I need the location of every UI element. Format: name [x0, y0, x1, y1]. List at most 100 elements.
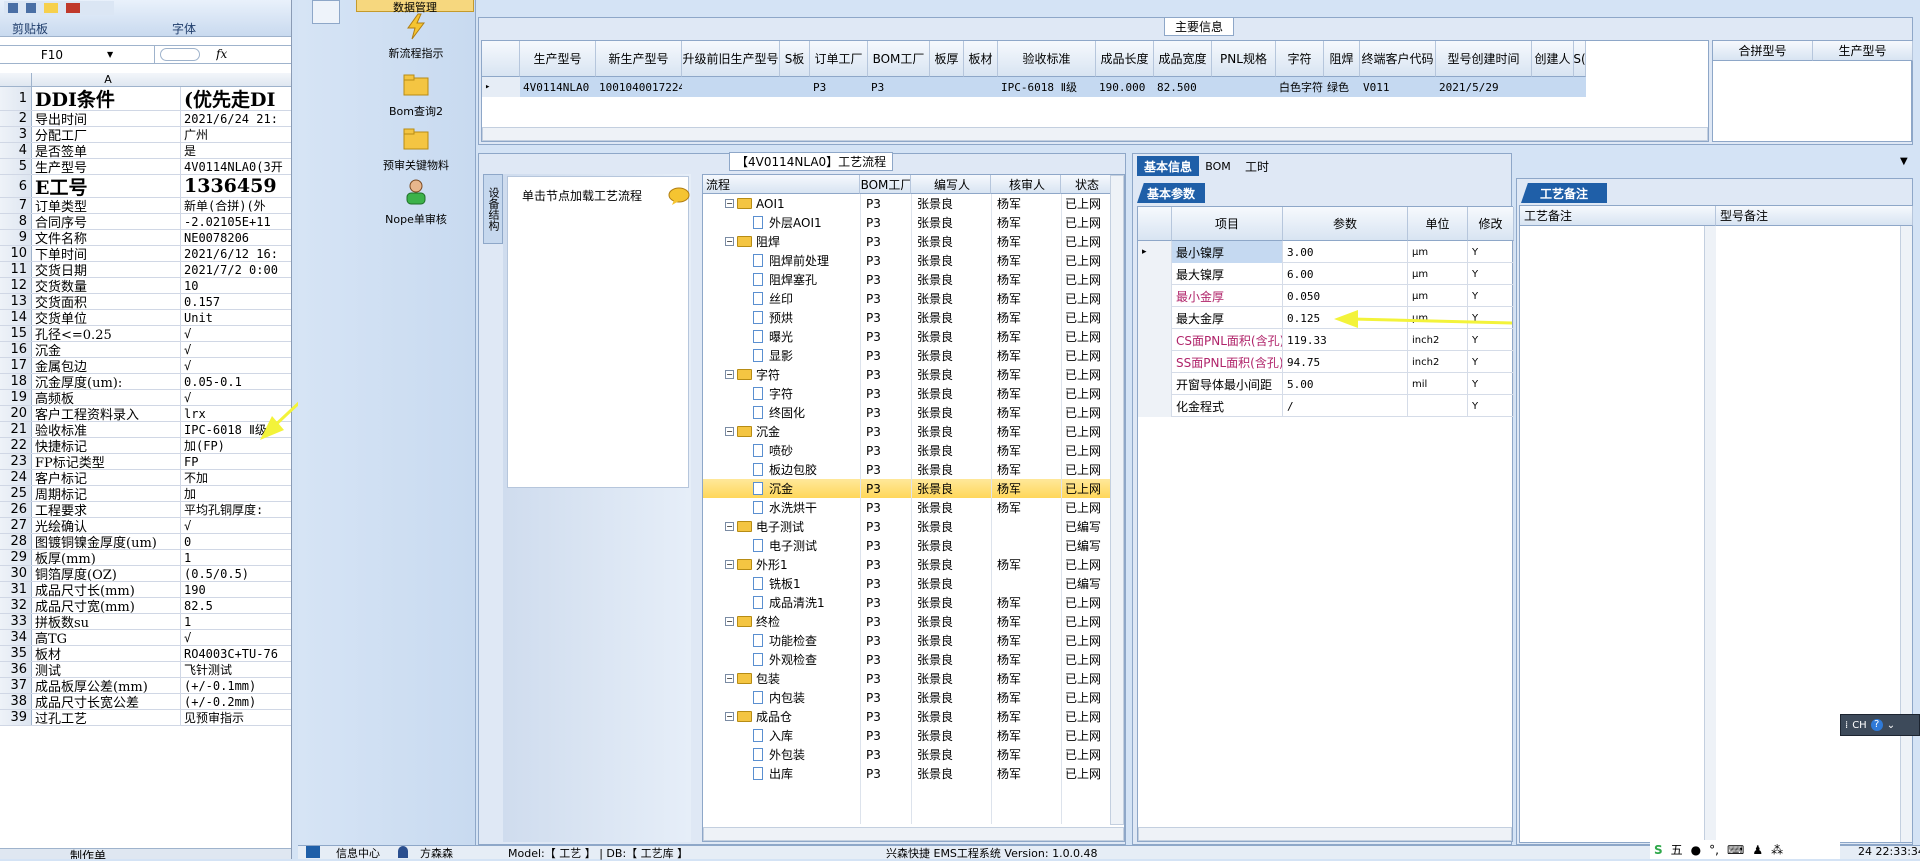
- cell-a[interactable]: 客户工程资料录入: [35, 406, 181, 421]
- sheet-row[interactable]: 20 客户工程资料录入 lrx: [0, 406, 291, 422]
- column-a-header[interactable]: A: [35, 73, 181, 86]
- tree-node-label[interactable]: 外包装: [769, 746, 805, 763]
- cell-a[interactable]: 金属包边: [35, 358, 181, 373]
- param-modify[interactable]: Y: [1468, 351, 1514, 373]
- tree-row[interactable]: − 字符 P3 张景良 杨军 已上网: [703, 365, 1113, 384]
- collapse-icon[interactable]: −: [725, 370, 734, 379]
- sheet-row[interactable]: 5 生产型号 4V0114NLA0(3开: [0, 159, 291, 175]
- row-number[interactable]: 33: [0, 614, 32, 629]
- sheet-row[interactable]: 24 客户标记 不加: [0, 470, 291, 486]
- main-col-header[interactable]: S板: [780, 41, 810, 77]
- tab-process-remarks[interactable]: 工艺备注: [1521, 183, 1607, 203]
- collapse-icon[interactable]: −: [725, 617, 734, 626]
- cell-b[interactable]: 广州: [184, 127, 291, 142]
- sheet-row[interactable]: 35 板材 RO4003C+TU-76: [0, 646, 291, 662]
- cell-a[interactable]: E工号: [35, 175, 181, 197]
- cell-a[interactable]: 孔径<=0.25: [35, 326, 181, 341]
- tree-row[interactable]: 丝印 P3 张景良 杨军 已上网: [703, 289, 1113, 308]
- tree-horizontal-scrollbar[interactable]: [703, 827, 1124, 841]
- tree-node-label[interactable]: 沉金: [769, 480, 793, 497]
- tree-node-label[interactable]: 终固化: [769, 404, 805, 421]
- collapse-icon[interactable]: −: [725, 712, 734, 721]
- cell-a[interactable]: 过孔工艺: [35, 710, 181, 725]
- remarks-scrollbar[interactable]: [1704, 226, 1716, 842]
- main-cell[interactable]: IPC-6018 Ⅱ级: [998, 77, 1096, 97]
- cell-a[interactable]: 铜箔厚度(OZ): [35, 566, 181, 581]
- collapse-icon[interactable]: −: [725, 199, 734, 208]
- tab-basic-info[interactable]: 基本信息: [1137, 156, 1199, 176]
- row-number[interactable]: 3: [0, 127, 32, 142]
- tree-row[interactable]: − 阻焊 P3 张景良 杨军 已上网: [703, 232, 1113, 251]
- tree-row[interactable]: − 包装 P3 张景良 杨军 已上网: [703, 669, 1113, 688]
- main-col-header[interactable]: 订单工厂: [810, 41, 868, 77]
- sheet-row[interactable]: 27 光绘确认 √: [0, 518, 291, 534]
- tree-row[interactable]: − 沉金 P3 张景良 杨军 已上网: [703, 422, 1113, 441]
- main-cell[interactable]: P3: [868, 77, 930, 97]
- main-col-header[interactable]: 新生产型号: [596, 41, 682, 77]
- tree-col-header[interactable]: 编写人: [911, 175, 991, 194]
- tree-node-label[interactable]: 成品清洗1: [769, 594, 825, 611]
- param-value[interactable]: 6.00: [1283, 263, 1408, 285]
- param-row[interactable]: ▸ 最小镍厚 3.00 μm Y: [1138, 241, 1514, 263]
- main-col-header[interactable]: 升级前旧生产型号: [682, 41, 780, 77]
- row-number[interactable]: 26: [0, 502, 32, 517]
- row-indicator-header[interactable]: [1138, 207, 1172, 241]
- row-number[interactable]: 7: [0, 198, 32, 213]
- param-value[interactable]: 0.050: [1283, 285, 1408, 307]
- cell-b[interactable]: (0.5/0.5): [184, 566, 291, 581]
- row-number[interactable]: 13: [0, 294, 32, 309]
- sheet-row[interactable]: 18 沉金厚度(um): 0.05-0.1: [0, 374, 291, 390]
- nav-item-bom-query[interactable]: Bom查询2: [358, 70, 474, 119]
- main-col-header[interactable]: 成品长度: [1096, 41, 1154, 77]
- cell-a[interactable]: 测试: [35, 662, 181, 677]
- main-col-header[interactable]: 创建人: [1532, 41, 1574, 77]
- cell-a[interactable]: 验收标准: [35, 422, 181, 437]
- row-number[interactable]: 9: [0, 230, 32, 245]
- cell-b[interactable]: 10: [184, 278, 291, 293]
- tree-row[interactable]: 功能检查 P3 张景良 杨军 已上网: [703, 631, 1113, 650]
- row-number[interactable]: 35: [0, 646, 32, 661]
- cell-b[interactable]: (+/-0.1mm): [184, 678, 291, 693]
- sheet-tab[interactable]: 制作单: [70, 847, 106, 859]
- sheet-row[interactable]: 34 高TG √: [0, 630, 291, 646]
- row-indicator[interactable]: [1138, 329, 1172, 351]
- sheet-row[interactable]: 37 成品板厚公差(mm) (+/-0.1mm): [0, 678, 291, 694]
- row-number[interactable]: 21: [0, 422, 32, 437]
- cell-b[interactable]: 是: [184, 143, 291, 158]
- keyboard-icon[interactable]: ⌨: [1727, 843, 1744, 857]
- tree-row[interactable]: 外层AOI1 P3 张景良 杨军 已上网: [703, 213, 1113, 232]
- tree-col-header[interactable]: 流程: [703, 175, 860, 194]
- tree-node-label[interactable]: AOI1: [756, 197, 785, 211]
- cell-b[interactable]: 新单(合拼)(外: [184, 198, 291, 213]
- cell-a[interactable]: 高频板: [35, 390, 181, 405]
- tree-row[interactable]: 阻焊前处理 P3 张景良 杨军 已上网: [703, 251, 1113, 270]
- cell-b[interactable]: 2021/6/12 16:: [184, 246, 291, 261]
- row-number[interactable]: 32: [0, 598, 32, 613]
- cell-a[interactable]: 高TG: [35, 630, 181, 645]
- tree-node-label[interactable]: 阻焊: [756, 233, 780, 250]
- tree-row[interactable]: 铣板1 P3 张景良 已编写: [703, 574, 1113, 593]
- cell-b[interactable]: 见预审指示: [184, 710, 291, 725]
- sheet-row[interactable]: 15 孔径<=0.25 √: [0, 326, 291, 342]
- sheet-row[interactable]: 11 交货日期 2021/7/2 0:00: [0, 262, 291, 278]
- param-col-header[interactable]: 单位: [1408, 207, 1468, 241]
- cell-b[interactable]: (+/-0.2mm): [184, 694, 291, 709]
- row-indicator-header[interactable]: [482, 41, 520, 77]
- sheet-row[interactable]: 23 FP标记类型 FP: [0, 454, 291, 470]
- cell-a[interactable]: 分配工厂: [35, 127, 181, 142]
- tree-node-label[interactable]: 预烘: [769, 309, 793, 326]
- cell-a[interactable]: 沉金厚度(um):: [35, 374, 181, 389]
- process-tree-grid[interactable]: 流程 BOM工厂 编写人 核审人 状态 − AOI1 P3 张景良 杨军 已上网 外层AOI1…: [702, 174, 1125, 842]
- cell-b[interactable]: FP: [184, 454, 291, 469]
- tree-node-label[interactable]: 电子测试: [769, 537, 817, 554]
- tree-row[interactable]: 外观检查 P3 张景良 杨军 已上网: [703, 650, 1113, 669]
- cell-a[interactable]: 成品尺寸长(mm): [35, 582, 181, 597]
- tree-row[interactable]: 预烘 P3 张景良 杨军 已上网: [703, 308, 1113, 327]
- main-horizontal-scrollbar[interactable]: [482, 127, 1708, 141]
- main-cell[interactable]: [1532, 77, 1574, 97]
- row-number[interactable]: 18: [0, 374, 32, 389]
- cell-a[interactable]: 拼板数su: [35, 614, 181, 629]
- sheet-row[interactable]: 3 分配工厂 广州: [0, 127, 291, 143]
- chevron-down-icon[interactable]: ▼: [107, 50, 113, 59]
- tree-node-label[interactable]: 水洗烘干: [769, 499, 817, 516]
